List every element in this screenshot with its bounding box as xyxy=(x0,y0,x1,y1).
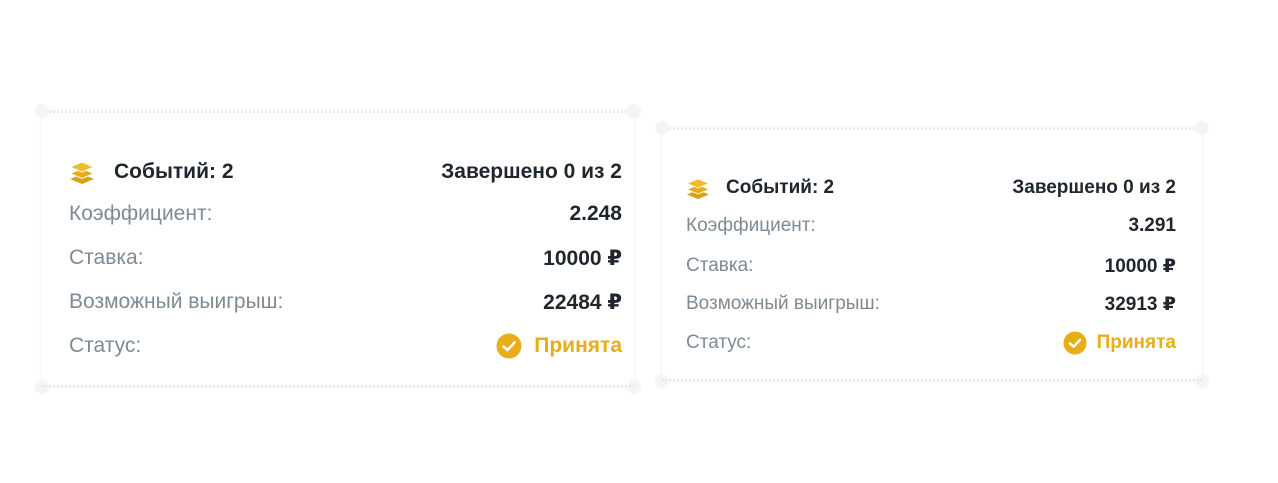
ticket-notch xyxy=(35,380,49,394)
status-row: Статус: Принята xyxy=(42,331,634,361)
ticket-notch xyxy=(1195,121,1209,135)
possible-win-row: Возможный выигрыш: 32913 ₽ xyxy=(662,290,1202,318)
events-count: Событий: 2 xyxy=(726,177,835,198)
coefficient-row: Коэффициент: 3.291 xyxy=(662,212,1202,240)
coefficient-value: 3.291 xyxy=(1128,215,1176,236)
possible-win-label: Возможный выигрыш: xyxy=(69,290,284,313)
ticket-notch xyxy=(627,104,641,118)
completed-count: Завершено 0 из 2 xyxy=(441,160,622,183)
status-label: Статус: xyxy=(69,334,142,357)
possible-win-row: Возможный выигрыш: 22484 ₽ xyxy=(42,287,634,317)
possible-win-value: 32913 ₽ xyxy=(1104,293,1176,315)
coefficient-row: Коэффициент: 2.248 xyxy=(42,199,634,229)
possible-win-label: Возможный выигрыш: xyxy=(686,293,880,314)
ticket-notch xyxy=(655,374,669,388)
status-value: Принята xyxy=(1096,332,1176,353)
ticket-header: Событий: 2 Завершено 0 из 2 xyxy=(662,174,1202,202)
stake-label: Ставка: xyxy=(69,246,144,269)
status-row: Статус: Принята xyxy=(662,329,1202,357)
check-circle-icon xyxy=(496,333,522,359)
stake-value: 10000 ₽ xyxy=(543,246,622,270)
coefficient-value: 2.248 xyxy=(569,202,622,225)
coefficient-label: Коэффициент: xyxy=(686,215,816,236)
ticket-header: Событий: 2 Завершено 0 из 2 xyxy=(42,157,634,187)
bet-ticket[interactable]: Событий: 2 Завершено 0 из 2 Коэффициент:… xyxy=(35,104,641,394)
check-circle-icon xyxy=(1063,331,1087,355)
ticket-notch xyxy=(655,121,669,135)
coefficient-label: Коэффициент: xyxy=(69,202,213,225)
stake-label: Ставка: xyxy=(686,255,754,276)
stake-value: 10000 ₽ xyxy=(1104,255,1176,277)
layers-icon xyxy=(69,159,95,185)
status-label: Статус: xyxy=(686,332,752,353)
status-value: Принята xyxy=(534,334,622,357)
stake-row: Ставка: 10000 ₽ xyxy=(662,252,1202,280)
layers-icon xyxy=(686,176,710,200)
ticket-notch xyxy=(1195,374,1209,388)
bet-ticket[interactable]: Событий: 2 Завершено 0 из 2 Коэффициент:… xyxy=(655,121,1209,388)
possible-win-value: 22484 ₽ xyxy=(543,290,622,314)
ticket-notch xyxy=(35,104,49,118)
events-count: Событий: 2 xyxy=(114,160,234,183)
completed-count: Завершено 0 из 2 xyxy=(1012,177,1176,198)
ticket-notch xyxy=(627,380,641,394)
stake-row: Ставка: 10000 ₽ xyxy=(42,243,634,273)
